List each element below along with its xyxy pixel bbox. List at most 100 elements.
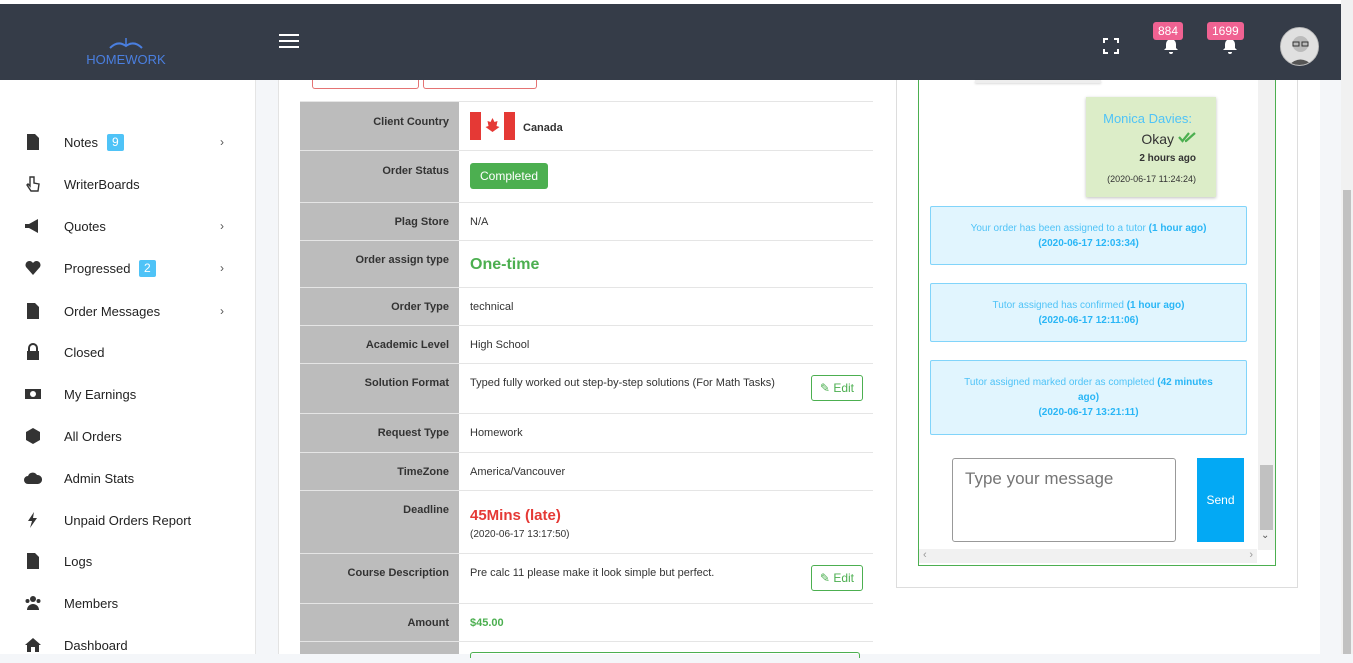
sidebar-item-label: Notes xyxy=(64,134,98,150)
file-icon xyxy=(24,133,42,151)
row-solution-format: Solution Format Typed fully worked out s… xyxy=(300,363,873,413)
sidebar-item-closed[interactable]: Closed xyxy=(0,334,256,370)
next-row-button[interactable] xyxy=(470,652,860,658)
solution-format-value: Typed fully worked out step-by-step solu… xyxy=(470,377,775,389)
row-plag-store: Plag Store N/A xyxy=(300,202,873,240)
sidebar-item-members[interactable]: Members xyxy=(0,585,256,621)
client-country-value: Canada xyxy=(523,121,563,134)
sidebar-item-label: Unpaid Orders Report xyxy=(64,512,192,528)
system-message: Tutor assigned has confirmed (1 hour ago… xyxy=(930,283,1247,342)
chat-scrollbar[interactable]: ⌄ xyxy=(1258,80,1275,550)
sidebar-item-label: My Earnings xyxy=(64,386,137,402)
double-check-icon xyxy=(1178,130,1196,148)
row-next xyxy=(300,641,873,658)
logo-text: HOMEWORK xyxy=(86,52,166,67)
edit-solution-format-button[interactable]: ✎ Edit xyxy=(810,375,863,401)
sidebar-item-progressed[interactable]: Progressed 2 › xyxy=(0,250,256,286)
message-input[interactable] xyxy=(952,458,1176,542)
message-text: Okay xyxy=(1141,131,1174,147)
page-scrollbar-thumb[interactable] xyxy=(1343,190,1351,654)
fullscreen-icon[interactable] xyxy=(1103,38,1119,54)
bolt-icon xyxy=(24,511,42,529)
menu-toggle-icon[interactable] xyxy=(279,34,299,50)
heart-icon xyxy=(24,259,42,277)
sidebar-item-writerboards[interactable]: WriterBoards xyxy=(0,166,256,202)
user-avatar[interactable] xyxy=(1280,27,1319,66)
chevron-down-icon[interactable]: ⌄ xyxy=(1261,530,1269,541)
message-author: Monica Davies: xyxy=(1103,111,1192,126)
sidebar-item-label: All Orders xyxy=(64,428,122,444)
app-logo[interactable]: HOMEWORK xyxy=(86,34,166,70)
row-label: Plag Store xyxy=(300,203,459,240)
amount-value: $45.00 xyxy=(470,617,504,629)
row-timezone: TimeZone America/Vancouver xyxy=(300,452,873,490)
message-bell-icon[interactable] xyxy=(1222,38,1238,54)
notification-bell-icon[interactable] xyxy=(1163,38,1179,54)
chat-scrollbar-thumb[interactable] xyxy=(1260,465,1273,530)
chevron-left-icon[interactable]: ‹ xyxy=(923,549,927,561)
row-label: Order Status xyxy=(300,151,459,202)
row-academic-level: Academic Level High School xyxy=(300,325,873,363)
book-icon xyxy=(86,34,166,52)
message-relative-time: 2 hours ago xyxy=(1139,153,1196,164)
chat-horizontal-scrollbar[interactable]: ‹ › xyxy=(919,549,1257,563)
sidebar-item-all-orders[interactable]: All Orders xyxy=(0,418,256,454)
row-label: Solution Format xyxy=(300,364,459,413)
chevron-right-icon[interactable]: › xyxy=(1249,549,1253,561)
sidebar-item-label: Logs xyxy=(64,553,93,569)
row-order-assign-type: Order assign type One-time xyxy=(300,240,873,287)
top-action-button[interactable] xyxy=(423,80,537,89)
sidebar-item-admin-stats[interactable]: Admin Stats xyxy=(0,460,256,496)
sidebar-item-label: Closed xyxy=(64,344,105,360)
assign-type-value: One-time xyxy=(470,256,540,273)
chevron-right-icon: › xyxy=(220,135,224,149)
row-order-type: Order Type technical xyxy=(300,287,873,325)
canada-flag-icon xyxy=(470,112,515,143)
deadline-value: 45Mins (late) xyxy=(470,507,561,524)
lock-icon xyxy=(24,343,42,361)
cube-icon xyxy=(24,427,42,445)
row-order-status: Order Status Completed xyxy=(300,150,873,202)
row-label: Course Description xyxy=(300,554,459,603)
progressed-count-badge: 2 xyxy=(139,259,156,277)
file-icon xyxy=(24,552,42,570)
sidebar-item-quotes[interactable]: Quotes › xyxy=(0,208,256,244)
edit-icon: ✎ xyxy=(819,571,830,585)
chat-message-bubble: Monica Davies: Okay 2 hours ago (2020-06… xyxy=(1086,97,1216,197)
sidebar-item-unpaid-orders-report[interactable]: Unpaid Orders Report xyxy=(0,502,256,538)
notification-count-badge: 884 xyxy=(1153,22,1184,40)
send-button[interactable]: Send xyxy=(1197,458,1244,542)
timezone-value: America/Vancouver xyxy=(470,466,566,478)
order-status-button[interactable]: Completed xyxy=(470,163,549,189)
row-request-type: Request Type Homework xyxy=(300,413,873,452)
cloud-chart-icon xyxy=(24,469,43,487)
sidebar-item-label: Order Messages xyxy=(64,303,161,319)
top-action-button[interactable] xyxy=(312,80,419,89)
sidebar-item-my-earnings[interactable]: My Earnings xyxy=(0,376,256,412)
home-icon xyxy=(24,636,42,654)
sidebar-item-label: Progressed xyxy=(64,260,131,276)
edit-course-description-button[interactable]: ✎ Edit xyxy=(810,565,863,591)
sidebar: Notes 9 › WriterBoards Quotes › Progress… xyxy=(0,80,256,654)
system-message: Your order has been assigned to a tutor … xyxy=(930,206,1247,265)
money-icon xyxy=(24,385,42,403)
row-label: Deadline xyxy=(300,491,459,553)
plag-store-value: N/A xyxy=(470,216,489,228)
page-scrollbar[interactable] xyxy=(1341,0,1353,654)
row-label: Academic Level xyxy=(300,326,459,363)
row-client-country: Client Country Canada xyxy=(300,101,873,150)
message-timestamp: (2020-06-17 11:24:24) xyxy=(1107,174,1196,184)
message-count-badge: 1699 xyxy=(1207,22,1244,40)
sidebar-item-dashboard[interactable]: Dashboard xyxy=(0,627,256,663)
row-course-description: Course Description Pre calc 11 please ma… xyxy=(300,553,873,603)
sidebar-item-order-messages[interactable]: Order Messages › xyxy=(0,293,256,329)
order-type-value: technical xyxy=(470,301,514,313)
sidebar-item-logs[interactable]: Logs xyxy=(0,543,256,579)
sidebar-item-notes[interactable]: Notes 9 › xyxy=(0,124,256,160)
edit-icon: ✎ xyxy=(819,381,830,395)
row-label: TimeZone xyxy=(300,453,459,490)
row-label: Order Type xyxy=(300,288,459,325)
deadline-date: (2020-06-17 13:17:50) xyxy=(470,529,570,540)
chevron-right-icon: › xyxy=(220,219,224,233)
hand-pointer-icon xyxy=(24,175,42,193)
